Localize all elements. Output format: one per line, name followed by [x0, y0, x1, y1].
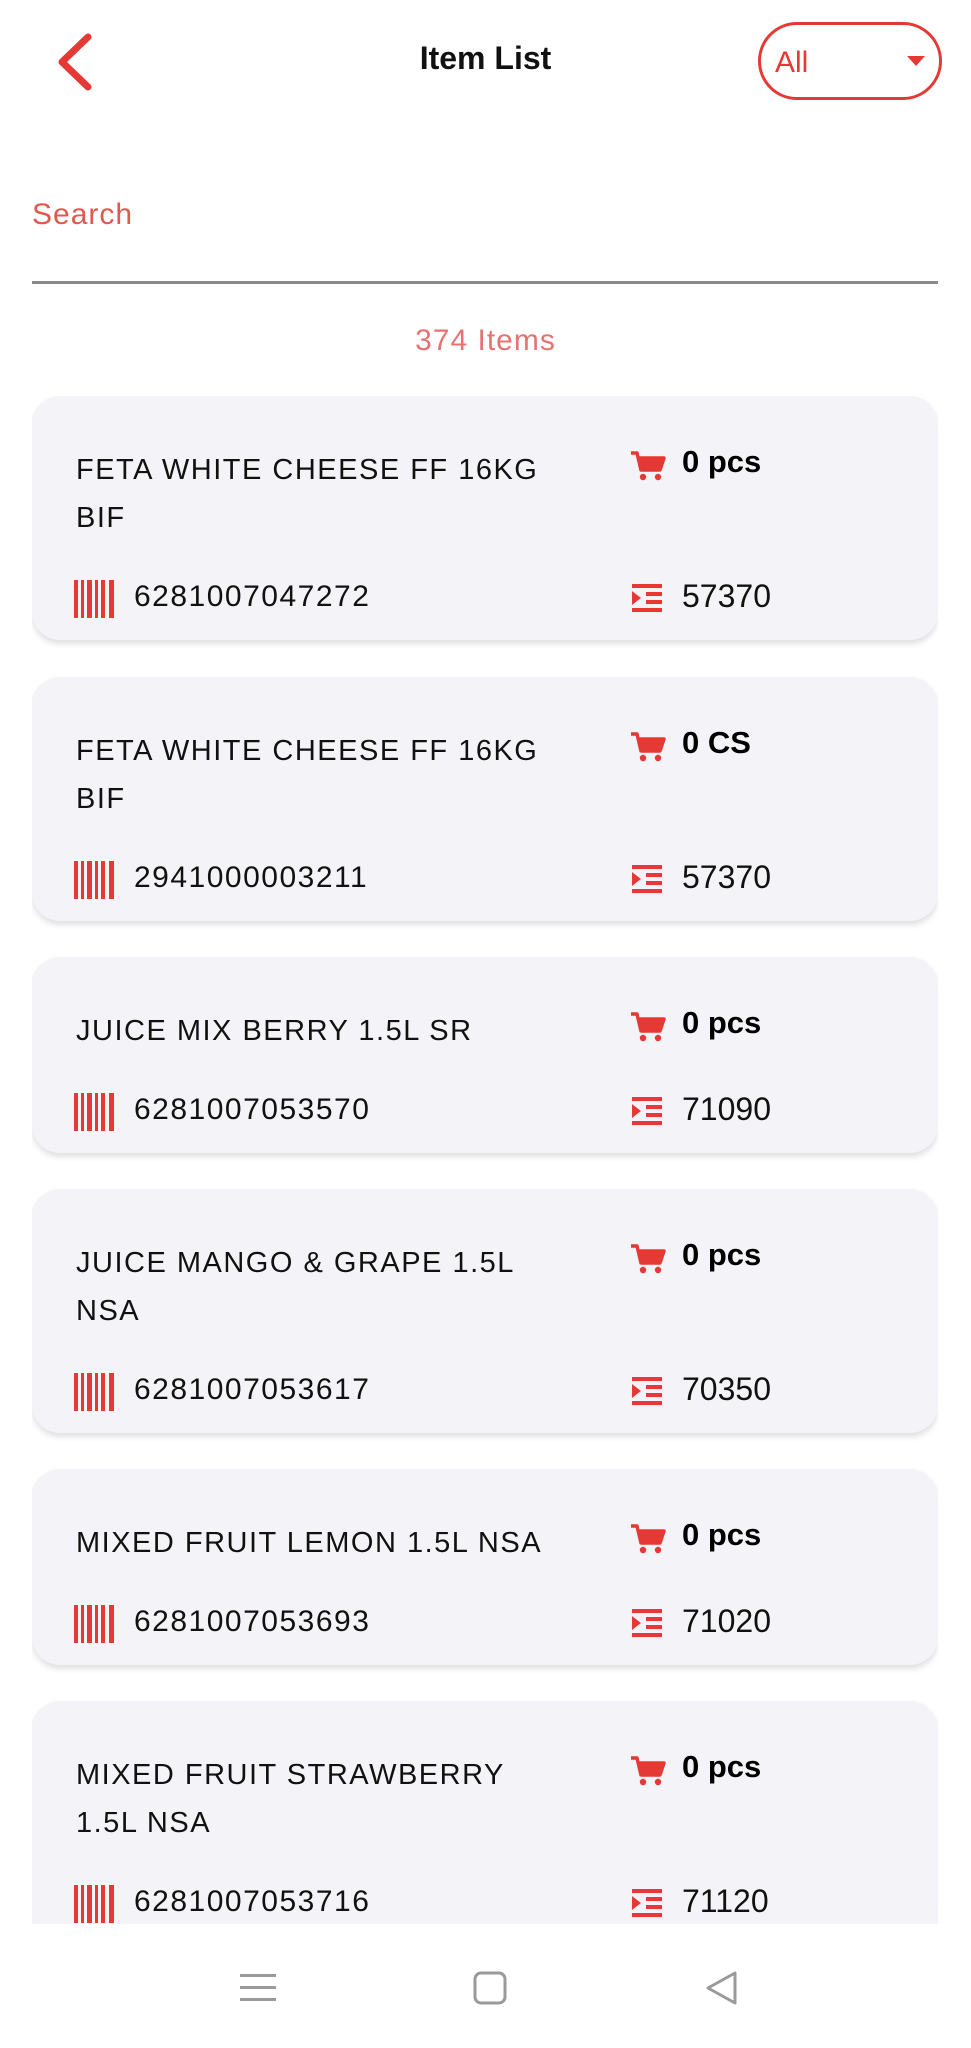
list-indent-icon	[632, 1377, 662, 1405]
list-item[interactable]: MIXED FRUIT STRAWBERRY 1.5L NSA 0 pcs 62…	[32, 1701, 938, 1924]
item-name: JUICE MANGO & GRAPE 1.5L NSA	[76, 1247, 514, 1327]
item-code: 71020	[682, 1603, 771, 1639]
home-square-icon	[473, 1971, 507, 2005]
barcode-icon	[74, 861, 114, 899]
item-code: 71090	[682, 1091, 771, 1127]
item-quantity: 0 pcs	[682, 1237, 762, 1272]
cart-icon	[631, 732, 666, 762]
item-quantity: 0 pcs	[682, 444, 762, 479]
list-indent-icon	[632, 1889, 662, 1917]
list-indent-icon	[632, 1609, 662, 1637]
barcode-icon	[74, 1093, 114, 1131]
recent-apps-button[interactable]	[238, 1968, 278, 2008]
item-barcode: 6281007053570	[134, 1093, 371, 1126]
cart-icon	[631, 1756, 666, 1786]
list-item[interactable]: FETA WHITE CHEESE FF 16KG BIF 0 CS 29410…	[32, 677, 938, 921]
list-item[interactable]: FETA WHITE CHEESE FF 16KG BIF 0 pcs 6281…	[32, 396, 938, 640]
barcode-icon	[74, 1605, 114, 1643]
item-name: JUICE MIX BERRY 1.5L SR	[76, 1015, 473, 1047]
barcode-icon	[74, 580, 114, 618]
item-barcode: 6281007053716	[134, 1885, 371, 1918]
home-button[interactable]	[470, 1968, 510, 2008]
item-code: 71120	[682, 1883, 769, 1919]
list-indent-icon	[632, 584, 662, 612]
cart-icon	[631, 1244, 666, 1274]
list-item[interactable]: JUICE MIX BERRY 1.5L SR 0 pcs 6281007053…	[32, 957, 938, 1153]
cart-icon	[631, 1524, 666, 1554]
barcode-icon	[74, 1373, 114, 1411]
filter-selected-value: All	[775, 46, 809, 79]
list-indent-icon	[632, 1097, 662, 1125]
item-code: 57370	[682, 859, 771, 895]
system-nav-bar	[0, 1928, 971, 2048]
item-name: FETA WHITE CHEESE FF 16KG BIF	[76, 454, 539, 534]
back-triangle-icon	[706, 1971, 737, 2005]
filter-dropdown[interactable]: All	[758, 22, 942, 100]
item-barcode: 6281007053617	[134, 1373, 371, 1406]
back-nav-button[interactable]	[702, 1968, 742, 2008]
item-code: 70350	[682, 1371, 771, 1407]
item-barcode: 6281007053693	[134, 1605, 371, 1638]
item-quantity: 0 pcs	[682, 1517, 762, 1552]
item-list[interactable]: FETA WHITE CHEESE FF 16KG BIF 0 pcs 6281…	[32, 396, 938, 1924]
item-quantity: 0 CS	[682, 725, 751, 760]
list-item[interactable]: MIXED FRUIT LEMON 1.5L NSA 0 pcs 6281007…	[32, 1469, 938, 1665]
barcode-icon	[74, 1885, 114, 1923]
app-header: Item List All	[0, 0, 971, 120]
item-name: MIXED FRUIT STRAWBERRY 1.5L NSA	[76, 1759, 505, 1839]
search-input[interactable]	[32, 198, 938, 232]
caret-down-icon	[907, 56, 925, 66]
item-quantity: 0 pcs	[682, 1005, 762, 1040]
item-name: MIXED FRUIT LEMON 1.5L NSA	[76, 1527, 543, 1559]
cart-icon	[631, 1012, 666, 1042]
item-count: 374 Items	[415, 324, 556, 357]
item-barcode: 2941000003211	[134, 861, 369, 894]
search-field[interactable]	[32, 180, 938, 284]
list-indent-icon	[632, 865, 662, 893]
cart-icon	[631, 451, 666, 481]
item-quantity: 0 pcs	[682, 1749, 762, 1784]
item-barcode: 6281007047272	[134, 580, 371, 613]
list-item[interactable]: JUICE MANGO & GRAPE 1.5L NSA 0 pcs 62810…	[32, 1189, 938, 1433]
menu-icon	[240, 1974, 276, 2001]
item-code: 57370	[682, 578, 771, 614]
item-name: FETA WHITE CHEESE FF 16KG BIF	[76, 735, 539, 815]
